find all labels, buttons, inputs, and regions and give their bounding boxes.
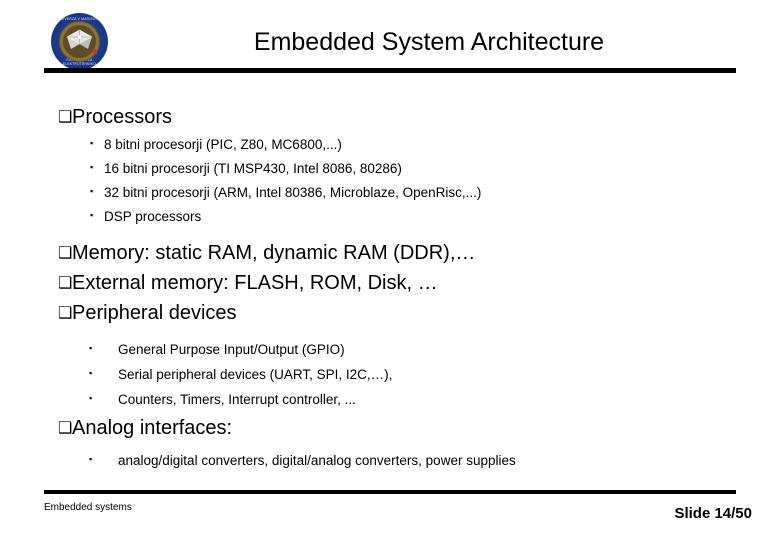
- list-item: ▪ 8 bitni procesorji (PIC, Z80, MC6800,.…: [90, 136, 342, 154]
- list-item-label: analog/digital converters, digital/analo…: [118, 453, 516, 468]
- list-item: ▪ 32 bitni procesorji (ARM, Intel 80386,…: [90, 184, 481, 202]
- list-item-label: Serial peripheral devices (UART, SPI, I2…: [118, 367, 393, 382]
- square-bullet-icon: ❑: [58, 420, 73, 437]
- list-item-memory: ❑ Memory: static RAM, dynamic RAM (DDR),…: [58, 241, 475, 265]
- list-item-label: Analog interfaces:: [72, 417, 233, 439]
- footer-course-label: Embedded systems: [44, 502, 132, 513]
- list-item-label: 8 bitni procesorji (PIC, Z80, MC6800,...…: [104, 137, 342, 152]
- list-item: ▪ DSP processors: [90, 208, 201, 226]
- footer-divider: [44, 490, 736, 494]
- list-item-label: External memory: FLASH, ROM, Disk, …: [72, 272, 438, 294]
- square-bullet-icon: ❑: [58, 305, 73, 322]
- list-item-peripheral-devices: ❑ Peripheral devices: [58, 301, 237, 325]
- list-item: ▪ General Purpose Input/Output (GPIO): [89, 341, 345, 359]
- small-square-bullet-icon: ▪: [90, 210, 94, 220]
- list-item: ▪ 16 bitni procesorji (TI MSP430, Intel …: [90, 160, 402, 178]
- small-square-bullet-icon: ▪: [90, 162, 94, 172]
- list-item-label: DSP processors: [104, 209, 202, 224]
- small-square-bullet-icon: ▪: [89, 343, 93, 353]
- square-bullet-icon: ❑: [58, 245, 73, 262]
- small-square-bullet-icon: ▪: [90, 186, 94, 196]
- small-square-bullet-icon: ▪: [90, 138, 94, 148]
- list-item-analog-interfaces: ❑ Analog interfaces:: [58, 416, 232, 440]
- small-square-bullet-icon: ▪: [89, 368, 93, 378]
- slide-number: Slide 14/50: [674, 505, 752, 522]
- list-item-label: 32 bitni procesorji (ARM, Intel 80386, M…: [104, 185, 482, 200]
- list-item-processors: ❑ Processors: [58, 105, 172, 129]
- list-item: ▪ analog/digital converters, digital/ana…: [89, 452, 516, 470]
- list-item-label: General Purpose Input/Output (GPIO): [118, 342, 345, 357]
- list-item-external-memory: ❑ External memory: FLASH, ROM, Disk, …: [58, 271, 438, 295]
- list-item-label: Peripheral devices: [72, 302, 237, 324]
- small-square-bullet-icon: ▪: [89, 454, 93, 464]
- list-item: ▪ Serial peripheral devices (UART, SPI, …: [89, 366, 392, 384]
- list-item: ▪ Counters, Timers, Interrupt controller…: [89, 391, 356, 409]
- list-item-label: Processors: [72, 106, 173, 128]
- small-square-bullet-icon: ▪: [89, 393, 93, 403]
- slide-content: ❑ Processors ▪ 8 bitni procesorji (PIC, …: [0, 0, 780, 540]
- slide: UNIVERZA V MARIBORU FAKULTETA ZA ELEKTRO…: [0, 0, 780, 540]
- list-item-label: Counters, Timers, Interrupt controller, …: [118, 392, 356, 407]
- list-item-label: 16 bitni procesorji (TI MSP430, Intel 80…: [104, 161, 402, 176]
- square-bullet-icon: ❑: [58, 275, 73, 292]
- list-item-label: Memory: static RAM, dynamic RAM (DDR),…: [72, 242, 476, 264]
- square-bullet-icon: ❑: [58, 109, 73, 126]
